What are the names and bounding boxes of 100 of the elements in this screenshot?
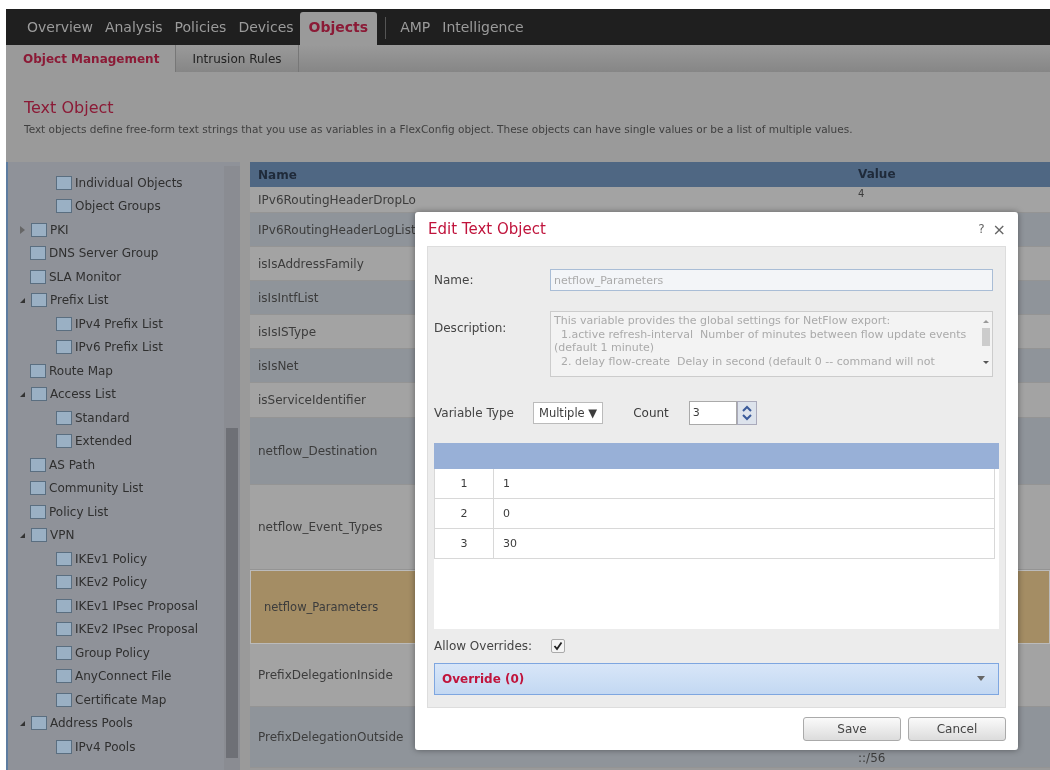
document-icon [31, 293, 47, 308]
nav-tab[interactable]: Intelligence [436, 19, 530, 45]
table-cell-text: netflow_Event_Types [257, 520, 383, 534]
sidebar-item[interactable]: Prefix List [50, 293, 109, 308]
sidebar-item[interactable]: AnyConnect File [75, 669, 172, 684]
dialog-title: Edit Text Object [428, 220, 546, 238]
sidebar-item[interactable]: Policy List [49, 504, 109, 519]
table-cell-text: ::/56 [857, 751, 886, 765]
override-section[interactable]: Override (0) [434, 663, 999, 695]
row-number: 2 [435, 499, 494, 528]
sidebar-item[interactable]: PKI [50, 222, 69, 237]
sidebar-item[interactable]: Address Pools [50, 716, 133, 731]
sidebar-item[interactable]: Standard [75, 410, 130, 425]
sidebar-item[interactable]: IPv4 Pools [75, 739, 136, 754]
table-cell-text: isIsISType [257, 324, 317, 339]
document-icon [31, 528, 47, 543]
spinner-icon[interactable] [736, 401, 757, 425]
sidebar-item[interactable]: Individual Objects [75, 175, 183, 190]
sidebar-item[interactable]: AS Path [49, 457, 95, 472]
table-cell-text: PrefixDelegationOutside [257, 730, 404, 744]
variable-type-dropdown[interactable]: Multiple ▼ [532, 402, 604, 424]
table-cell-text: IPv6RoutingHeaderDropLo [257, 192, 416, 207]
sidebar-item[interactable]: Access List [50, 387, 116, 402]
sidebar-item[interactable]: IPv6 Prefix List [75, 340, 163, 355]
table-cell-text: 4 [857, 188, 865, 199]
sidebar-item[interactable]: VPN [50, 528, 75, 543]
sidebar-item[interactable]: Community List [49, 481, 144, 496]
column-header: Name [257, 167, 297, 182]
sidebar-item[interactable]: Route Map [49, 363, 113, 378]
document-icon [56, 175, 72, 190]
document-icon [56, 739, 72, 754]
table-cell-text: isIsIntfList [257, 290, 319, 305]
document-icon [31, 716, 47, 731]
sidebar-item[interactable]: Group Policy [75, 645, 150, 660]
table-cell-text: isIsNet [257, 358, 299, 373]
table-cell-text: PrefixDelegationInside [257, 668, 393, 682]
document-icon [56, 622, 72, 637]
nav-tab[interactable]: Analysis [98, 19, 169, 45]
field-label: Name: [434, 273, 475, 287]
table-cell[interactable]: 1 [494, 477, 510, 490]
nav-tab[interactable]: Devices [232, 19, 300, 45]
close-icon[interactable]: × [992, 219, 1006, 239]
sidebar-item[interactable]: Object Groups [75, 199, 161, 214]
count-field[interactable]: 3 [688, 401, 737, 425]
expander-icon[interactable] [20, 532, 25, 538]
section-title: Override (0) [442, 672, 525, 686]
row-number: 3 [435, 529, 494, 558]
checkbox[interactable] [551, 639, 566, 653]
nav-tab[interactable]: Objects [299, 12, 378, 45]
sidebar-item[interactable]: IKEv1 Policy [75, 551, 148, 566]
field-label: Variable Type [434, 406, 514, 420]
field-label: Allow Overrides: [434, 639, 533, 653]
document-icon [56, 692, 72, 707]
expander-icon[interactable] [20, 297, 25, 303]
document-icon [56, 316, 72, 331]
sidebar-item[interactable]: Extended [75, 434, 132, 449]
dialog-button[interactable]: Save [803, 717, 901, 741]
document-icon [30, 481, 46, 496]
page-description: Text objects define free-form text strings that you use as variables in a FlexConfig object. These objects can have single values or be a list of multiple values. [24, 123, 854, 135]
table-cell-text: isIsAddressFamily [257, 256, 364, 271]
sidebar-item[interactable]: IKEv1 IPsec Proposal [75, 598, 199, 613]
caret-icon[interactable] [976, 676, 986, 682]
expander-icon[interactable] [20, 720, 25, 726]
document-icon [56, 645, 72, 660]
dialog-button[interactable]: Cancel [908, 717, 1006, 741]
subnav-tab[interactable]: Object Management [6, 45, 177, 72]
sidebar-item[interactable]: IKEv2 IPsec Proposal [75, 622, 199, 637]
document-icon [56, 410, 72, 425]
help-icon[interactable]: ? [978, 222, 985, 236]
sidebar-item[interactable]: Certificate Map [75, 692, 167, 707]
field-label: Count [633, 406, 669, 420]
page-title: Text Object [24, 98, 115, 117]
document-icon [31, 387, 47, 402]
table-cell-text: netflow_Parameters [263, 600, 379, 614]
column-header: Value [857, 167, 896, 181]
document-icon [56, 340, 72, 355]
document-icon [31, 222, 47, 237]
nav-tab[interactable]: Overview [21, 19, 99, 45]
document-icon [56, 575, 72, 590]
document-icon [56, 669, 72, 684]
sidebar-item[interactable]: IKEv2 Policy [75, 575, 148, 590]
sidebar-item[interactable]: SLA Monitor [49, 269, 122, 284]
table-row[interactable]: IPv6RoutingHeaderDropLo 4 [250, 187, 1050, 213]
nav-tab[interactable]: Policies [168, 19, 233, 45]
table-cell-text: isServiceIdentifier [257, 393, 366, 407]
document-icon [30, 363, 46, 378]
sidebar-item[interactable]: DNS Server Group [49, 246, 159, 261]
table-cell-text: IPv6RoutingHeaderLogList [257, 222, 416, 237]
table-cell[interactable]: 30 [494, 537, 517, 550]
document-icon [56, 551, 72, 566]
document-icon [30, 457, 46, 472]
document-icon [30, 269, 46, 284]
document-icon [56, 434, 72, 449]
nav-tab[interactable]: AMP [394, 19, 437, 45]
sidebar-item[interactable]: IPv4 Prefix List [75, 316, 163, 331]
table-cell-text: netflow_Destination [257, 444, 378, 458]
expander-icon[interactable] [20, 391, 25, 397]
table-cell[interactable]: 0 [494, 507, 510, 520]
document-icon [56, 598, 72, 613]
row-number: 1 [435, 469, 494, 498]
